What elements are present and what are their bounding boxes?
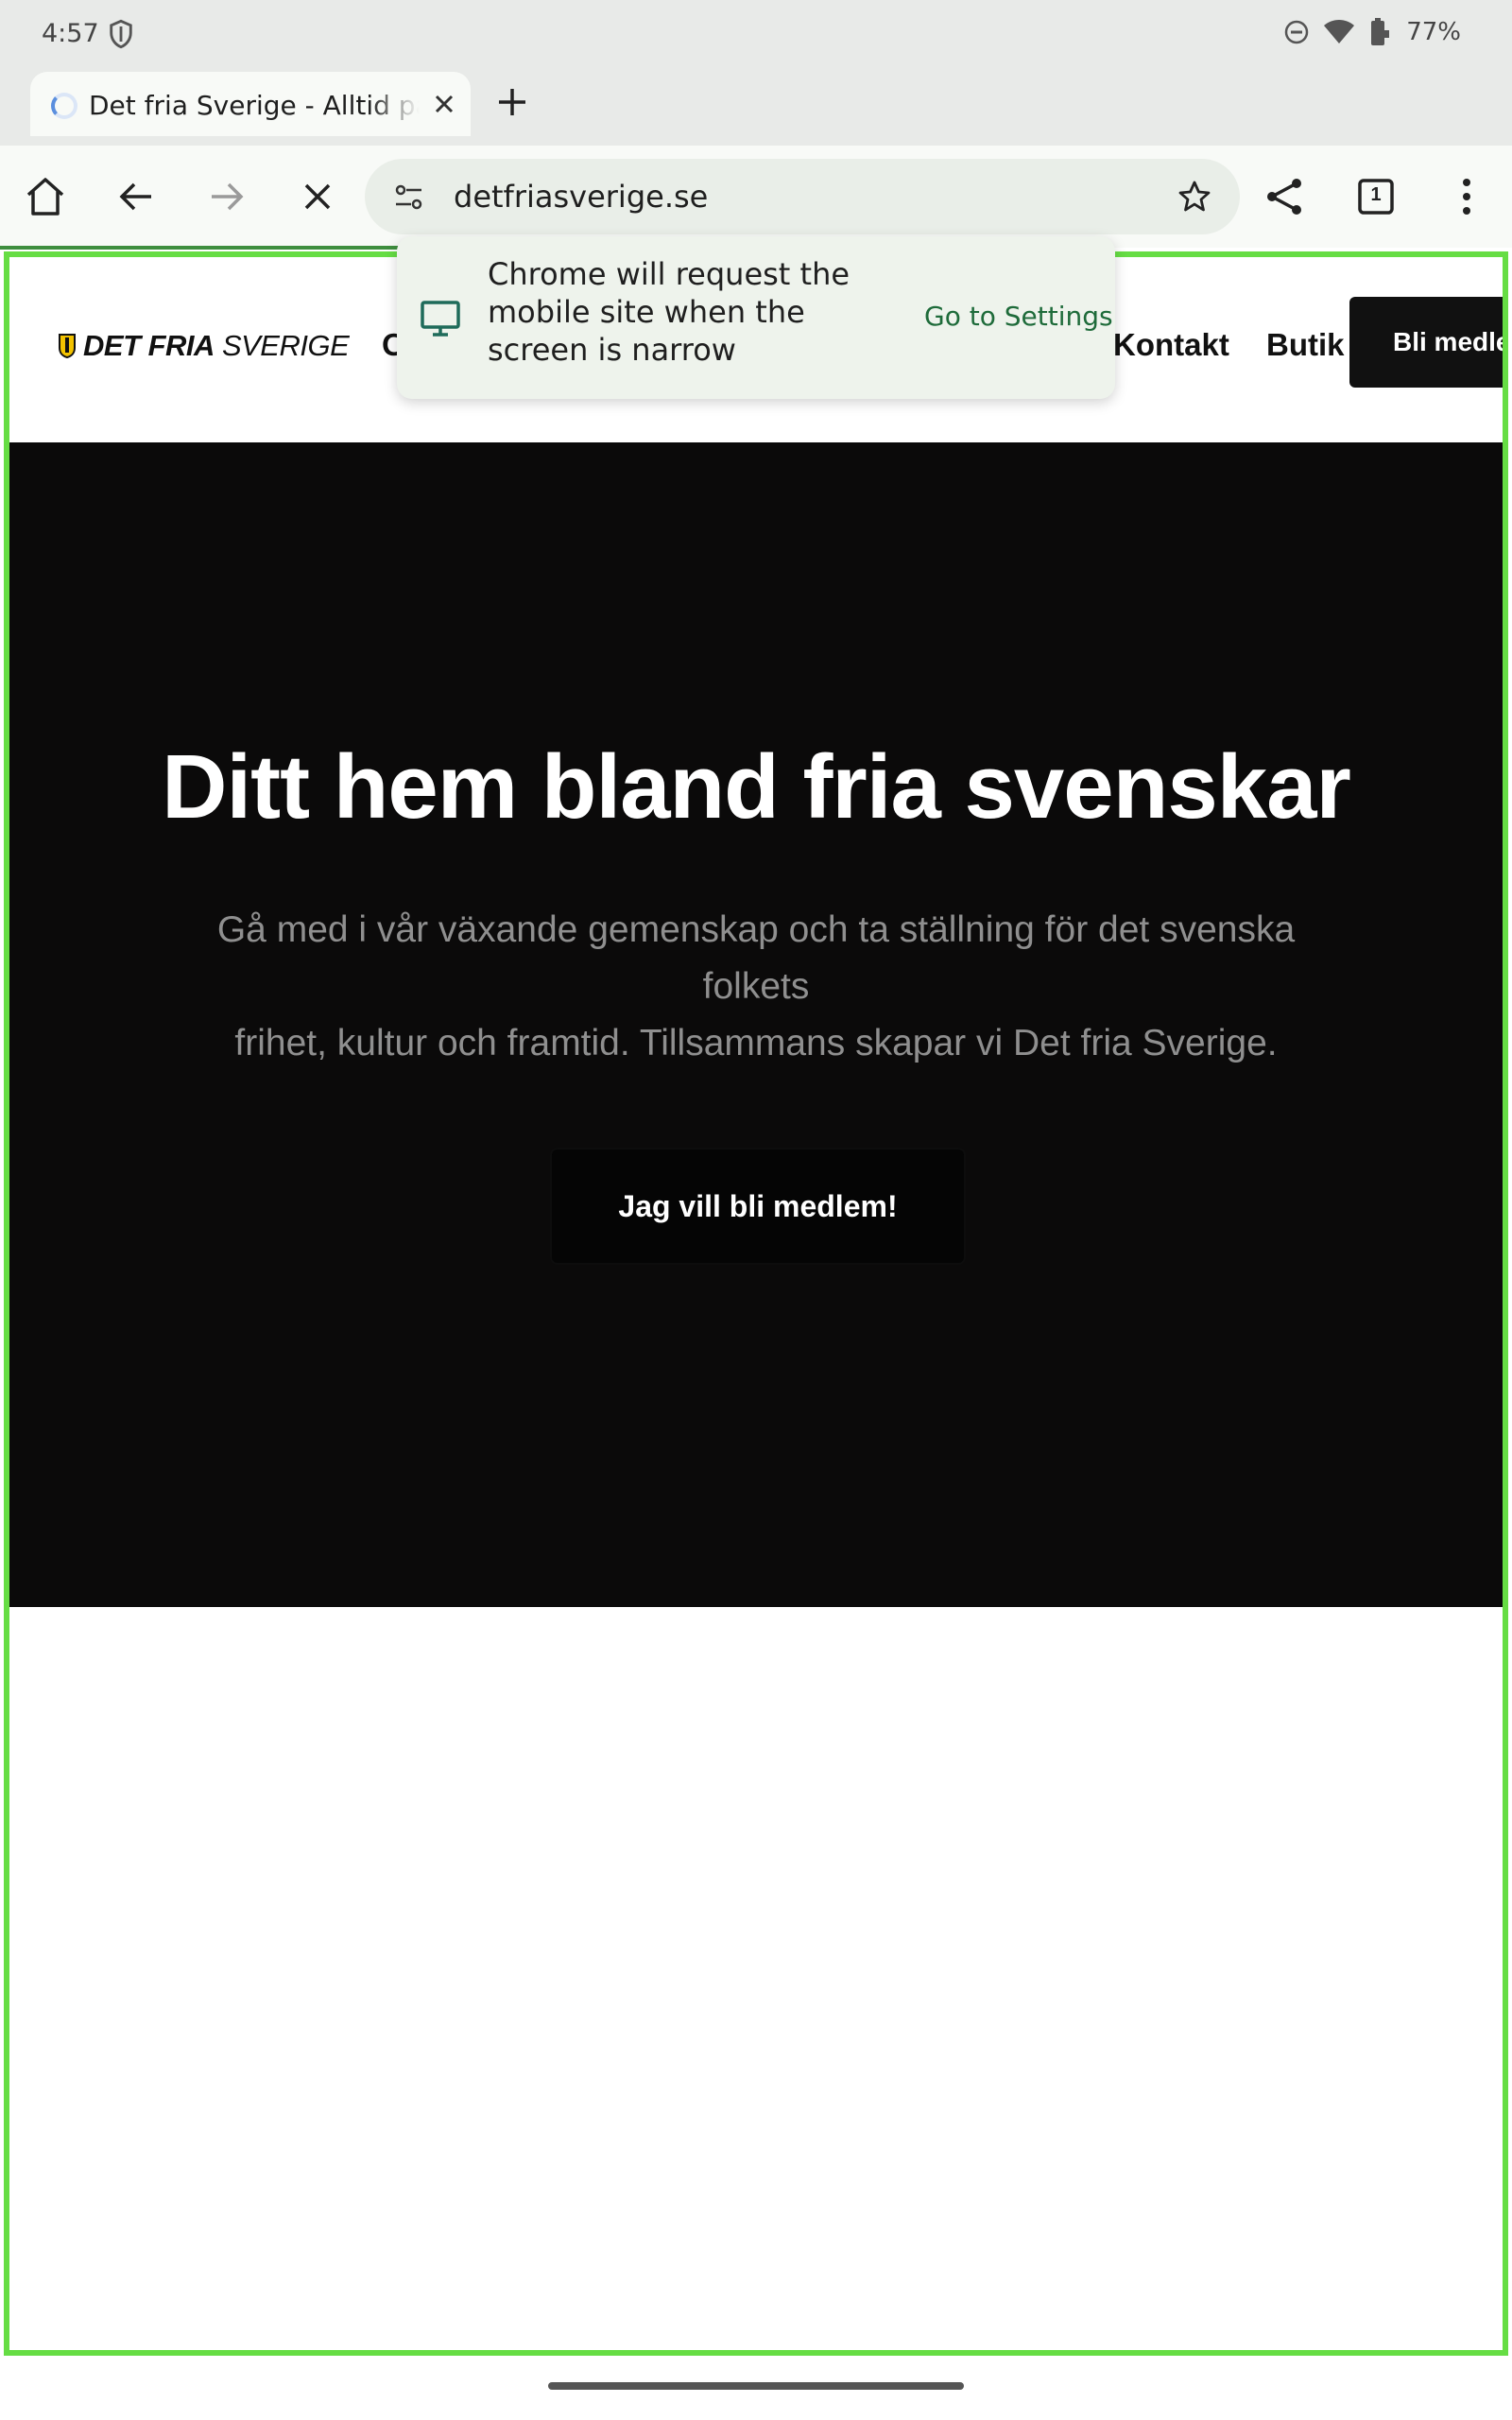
new-tab-button[interactable] <box>491 81 533 123</box>
site-logo[interactable]: DET FRIA SVERIGE <box>59 329 350 363</box>
shield-icon <box>110 19 132 49</box>
tab-strip: Det fria Sverige - Alltid på s <box>0 68 1512 146</box>
monitor-icon <box>421 301 460 337</box>
url-text: detfriasverige.se <box>454 179 709 215</box>
stop-icon[interactable] <box>293 172 342 221</box>
hero-subtitle: Gå med i vår växande gemenskap och ta st… <box>189 902 1323 1072</box>
more-icon[interactable] <box>1442 172 1491 221</box>
tune-icon[interactable] <box>391 180 427 216</box>
mobile-site-notice: Chrome will request the mobile site when… <box>397 236 1115 399</box>
star-icon[interactable] <box>1176 178 1213 216</box>
close-icon[interactable] <box>425 85 463 123</box>
status-time: 4:57 <box>42 19 99 48</box>
wifi-icon <box>1324 20 1355 43</box>
nav-item-kontakt[interactable]: Kontakt <box>1113 327 1229 363</box>
loading-spinner-icon <box>51 93 77 119</box>
hero-subtitle-line: Gå med i vår växande gemenskap och ta st… <box>216 909 1296 950</box>
home-indicator[interactable] <box>548 2382 964 2390</box>
logo-text-bold: DET FRIA <box>83 329 215 362</box>
hero-subtitle-line: frihet, kultur och framtid. Tillsammans … <box>234 1023 1278 1063</box>
browser-toolbar: detfriasverige.se 1 <box>0 146 1512 248</box>
notice-message: Chrome will request the mobile site when… <box>488 256 850 368</box>
status-icons: 77% <box>1283 17 1461 47</box>
page-viewport: DET FRIA SVERIGE O Kontakt Butik Bli med… <box>4 251 1508 2356</box>
hero-subtitle-line: folkets <box>702 966 810 1007</box>
hero-title: Ditt hem bland fria svenskar <box>162 736 1351 838</box>
dnd-icon <box>1284 20 1309 44</box>
shield-logo-icon <box>59 334 76 358</box>
tab-title: Det fria Sverige - Alltid på s <box>89 90 448 121</box>
join-member-button[interactable]: Jag vill bli medlem! <box>552 1150 964 1263</box>
address-bar[interactable]: detfriasverige.se <box>365 159 1240 234</box>
browser-tab[interactable]: Det fria Sverige - Alltid på s <box>30 72 471 136</box>
nav-join-button[interactable]: Bli medle <box>1349 297 1503 388</box>
battery-percent: 77% <box>1406 18 1461 46</box>
tabs-button[interactable]: 1 <box>1351 172 1400 221</box>
go-to-settings-link[interactable]: Go to Settings <box>924 301 1113 332</box>
back-icon[interactable] <box>112 172 161 221</box>
share-icon[interactable] <box>1261 172 1310 221</box>
page-load-progress <box>0 246 406 250</box>
forward-icon[interactable] <box>202 172 251 221</box>
logo-text-light: SVERIGE <box>221 329 350 362</box>
status-bar: 4:57 77% <box>0 0 1512 68</box>
battery-icon <box>1371 18 1390 45</box>
home-icon[interactable] <box>21 172 70 221</box>
tab-count: 1 <box>1370 184 1382 205</box>
nav-item-butik[interactable]: Butik <box>1266 327 1345 363</box>
hero-section: Ditt hem bland fria svenskar Gå med i vå… <box>9 442 1503 1607</box>
